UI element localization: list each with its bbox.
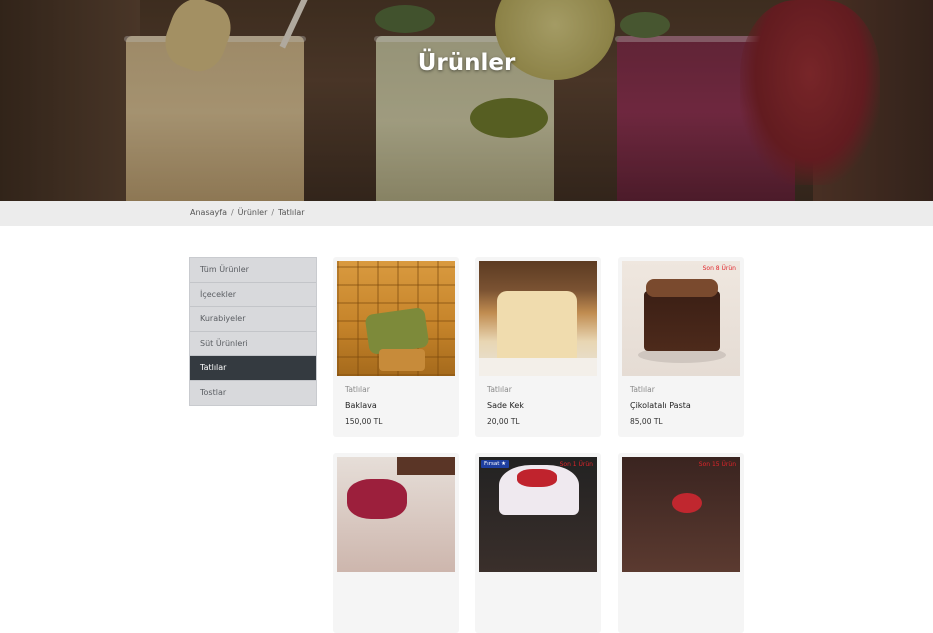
product-card[interactable]: Son 15 Ürün	[618, 453, 744, 633]
category-sidebar: Tüm Ürünler İçecekler Kurabiyeler Süt Ür…	[189, 257, 317, 406]
fruit-cake-image[interactable]: Fırsat ★ Son 1 Ürün	[479, 457, 597, 572]
berry-dessert-image[interactable]	[337, 457, 455, 572]
stock-badge: Son 8 Ürün	[702, 265, 736, 272]
sidebar-item-drinks[interactable]: İçecekler	[190, 283, 316, 307]
stock-badge: Son 15 Ürün	[698, 461, 736, 468]
product-price: 20,00 TL	[487, 417, 520, 426]
sidebar-item-cookies[interactable]: Kurabiyeler	[190, 307, 316, 332]
product-category: Tatlılar	[345, 385, 370, 394]
breadcrumb-separator: /	[230, 208, 234, 217]
breadcrumb-current: Tatlılar	[278, 208, 305, 217]
breadcrumb-home-link[interactable]: Anasayfa	[190, 208, 227, 217]
sidebar-item-dairy[interactable]: Süt Ürünleri	[190, 332, 316, 356]
product-card[interactable]: Son 8 Ürün Tatlılar Çikolatalı Pasta 85,…	[618, 257, 744, 437]
product-name[interactable]: Sade Kek	[487, 401, 524, 410]
page-title: Ürünler	[417, 50, 516, 76]
hero-overlay	[0, 0, 933, 201]
baklava-image[interactable]	[337, 261, 455, 376]
breadcrumb-bar: Anasayfa / Ürünler / Tatlılar	[0, 201, 933, 226]
breadcrumb: Anasayfa / Ürünler / Tatlılar	[190, 208, 305, 217]
product-card[interactable]: Fırsat ★ Son 1 Ürün	[475, 453, 601, 633]
breadcrumb-separator: /	[271, 208, 275, 217]
chocolate-cake-image[interactable]: Son 8 Ürün	[622, 261, 740, 376]
cake-image[interactable]	[479, 261, 597, 376]
product-card[interactable]: Tatlılar Baklava 150,00 TL	[333, 257, 459, 437]
product-price: 150,00 TL	[345, 417, 383, 426]
sidebar-item-all-products[interactable]: Tüm Ürünler	[190, 258, 316, 283]
product-price: 85,00 TL	[630, 417, 663, 426]
stock-badge: Son 1 Ürün	[559, 461, 593, 468]
sidebar-item-toasts[interactable]: Tostlar	[190, 381, 316, 406]
promo-badge: Fırsat ★	[481, 460, 510, 468]
product-category: Tatlılar	[487, 385, 512, 394]
product-card[interactable]: Tatlılar Sade Kek 20,00 TL	[475, 257, 601, 437]
breadcrumb-products-link[interactable]: Ürünler	[238, 208, 268, 217]
hero-banner: Ürünler	[0, 0, 933, 201]
chocolate-dessert-image[interactable]: Son 15 Ürün	[622, 457, 740, 572]
product-card[interactable]	[333, 453, 459, 633]
sidebar-item-desserts[interactable]: Tatlılar	[190, 356, 316, 381]
product-name[interactable]: Baklava	[345, 401, 377, 410]
product-category: Tatlılar	[630, 385, 655, 394]
product-name[interactable]: Çikolatalı Pasta	[630, 401, 691, 410]
